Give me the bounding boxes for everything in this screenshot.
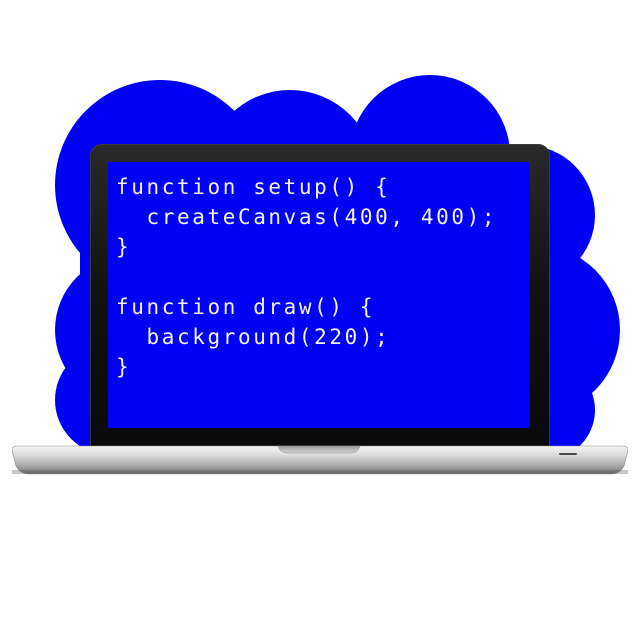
code-line: createCanvas(400, 400);: [116, 205, 498, 229]
code-line: background(220);: [116, 325, 391, 349]
illustration: function setup() { createCanvas(400, 400…: [0, 0, 640, 640]
code-line: }: [116, 235, 132, 259]
code-editor: function setup() { createCanvas(400, 400…: [116, 172, 497, 382]
laptop-screen: function setup() { createCanvas(400, 400…: [108, 162, 530, 428]
code-line: function setup() {: [116, 175, 391, 199]
code-line: }: [116, 355, 132, 379]
laptop-base: [12, 445, 628, 475]
code-line: function draw() {: [116, 295, 376, 319]
